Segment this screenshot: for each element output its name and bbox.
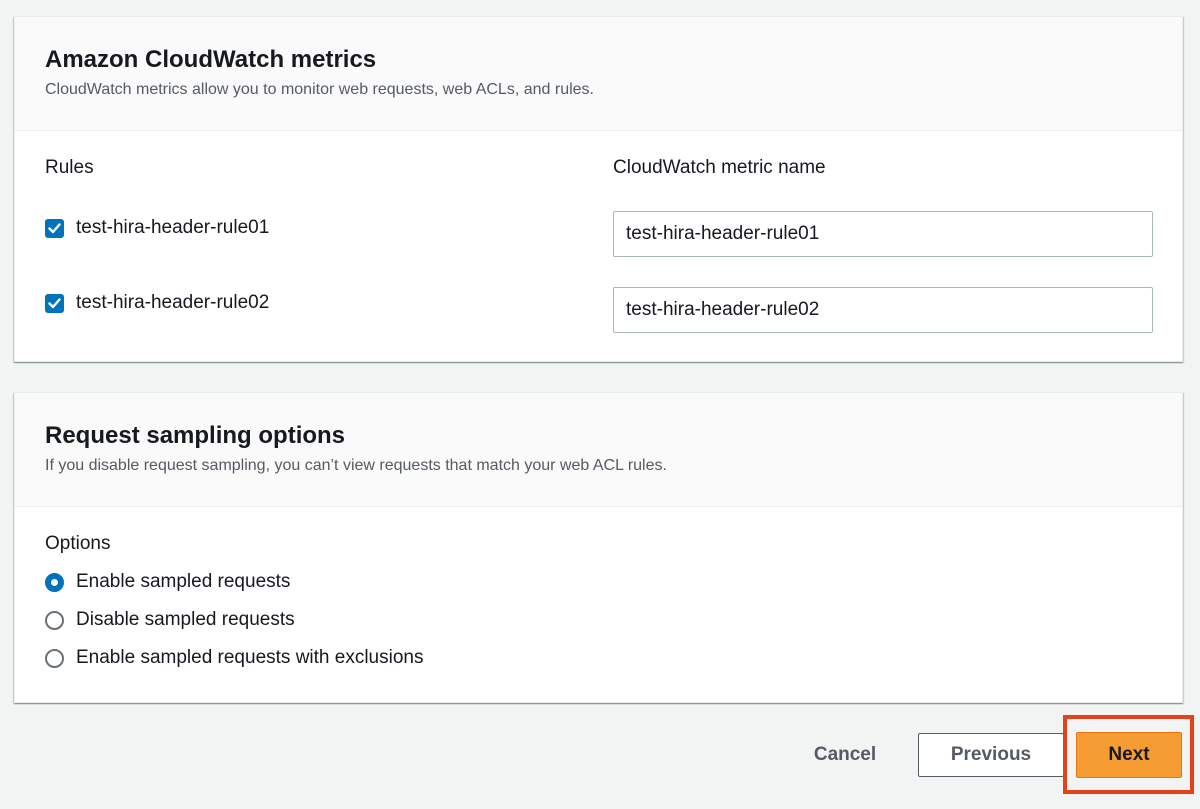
cloudwatch-metrics-panel: Amazon CloudWatch metrics CloudWatch met… [14, 16, 1183, 362]
rule-2-checkbox[interactable] [45, 293, 64, 313]
rule-1-metric-name-input[interactable] [613, 211, 1153, 257]
page: Amazon CloudWatch metrics CloudWatch met… [0, 0, 1200, 809]
request-sampling-panel: Request sampling options If you disable … [14, 392, 1183, 703]
metric-name-column-header: CloudWatch metric name [613, 157, 826, 178]
sampling-panel-title: Request sampling options [45, 422, 346, 449]
sampling-panel-header: Request sampling options If you disable … [15, 393, 1182, 507]
option-disable-sampled-label[interactable]: Disable sampled requests [76, 609, 295, 631]
option-enable-with-exclusions[interactable]: Enable sampled requests with exclusions [45, 647, 423, 669]
option-enable-with-exclusions-radio[interactable] [45, 648, 64, 668]
rule-1-label: test-hira-header-rule01 [76, 217, 270, 238]
rule-1-checkbox[interactable] [45, 218, 64, 238]
rule-2-metric-name-input[interactable] [613, 287, 1153, 333]
options-label: Options [45, 533, 111, 554]
option-enable-with-exclusions-label[interactable]: Enable sampled requests with exclusions [76, 647, 423, 669]
option-enable-sampled-radio[interactable] [45, 572, 64, 592]
rule-row-1: test-hira-header-rule01 [45, 217, 269, 239]
cancel-button[interactable]: Cancel [795, 733, 895, 777]
previous-button[interactable]: Previous [918, 733, 1064, 777]
option-disable-sampled[interactable]: Disable sampled requests [45, 609, 295, 631]
checkmark-icon [48, 297, 61, 308]
cloudwatch-panel-header: Amazon CloudWatch metrics CloudWatch met… [15, 17, 1182, 131]
rule-row-2: test-hira-header-rule02 [45, 292, 269, 314]
option-enable-sampled[interactable]: Enable sampled requests [45, 571, 290, 593]
option-disable-sampled-radio[interactable] [45, 610, 64, 630]
checkmark-icon [48, 222, 61, 233]
rule-2-label: test-hira-header-rule02 [76, 292, 270, 313]
sampling-panel-description: If you disable request sampling, you can… [45, 457, 667, 474]
cloudwatch-panel-description: CloudWatch metrics allow you to monitor … [45, 81, 594, 98]
option-enable-sampled-label[interactable]: Enable sampled requests [76, 571, 290, 593]
next-button[interactable]: Next [1076, 732, 1182, 778]
rules-column-header: Rules [45, 157, 94, 178]
cloudwatch-panel-title: Amazon CloudWatch metrics [45, 46, 377, 73]
